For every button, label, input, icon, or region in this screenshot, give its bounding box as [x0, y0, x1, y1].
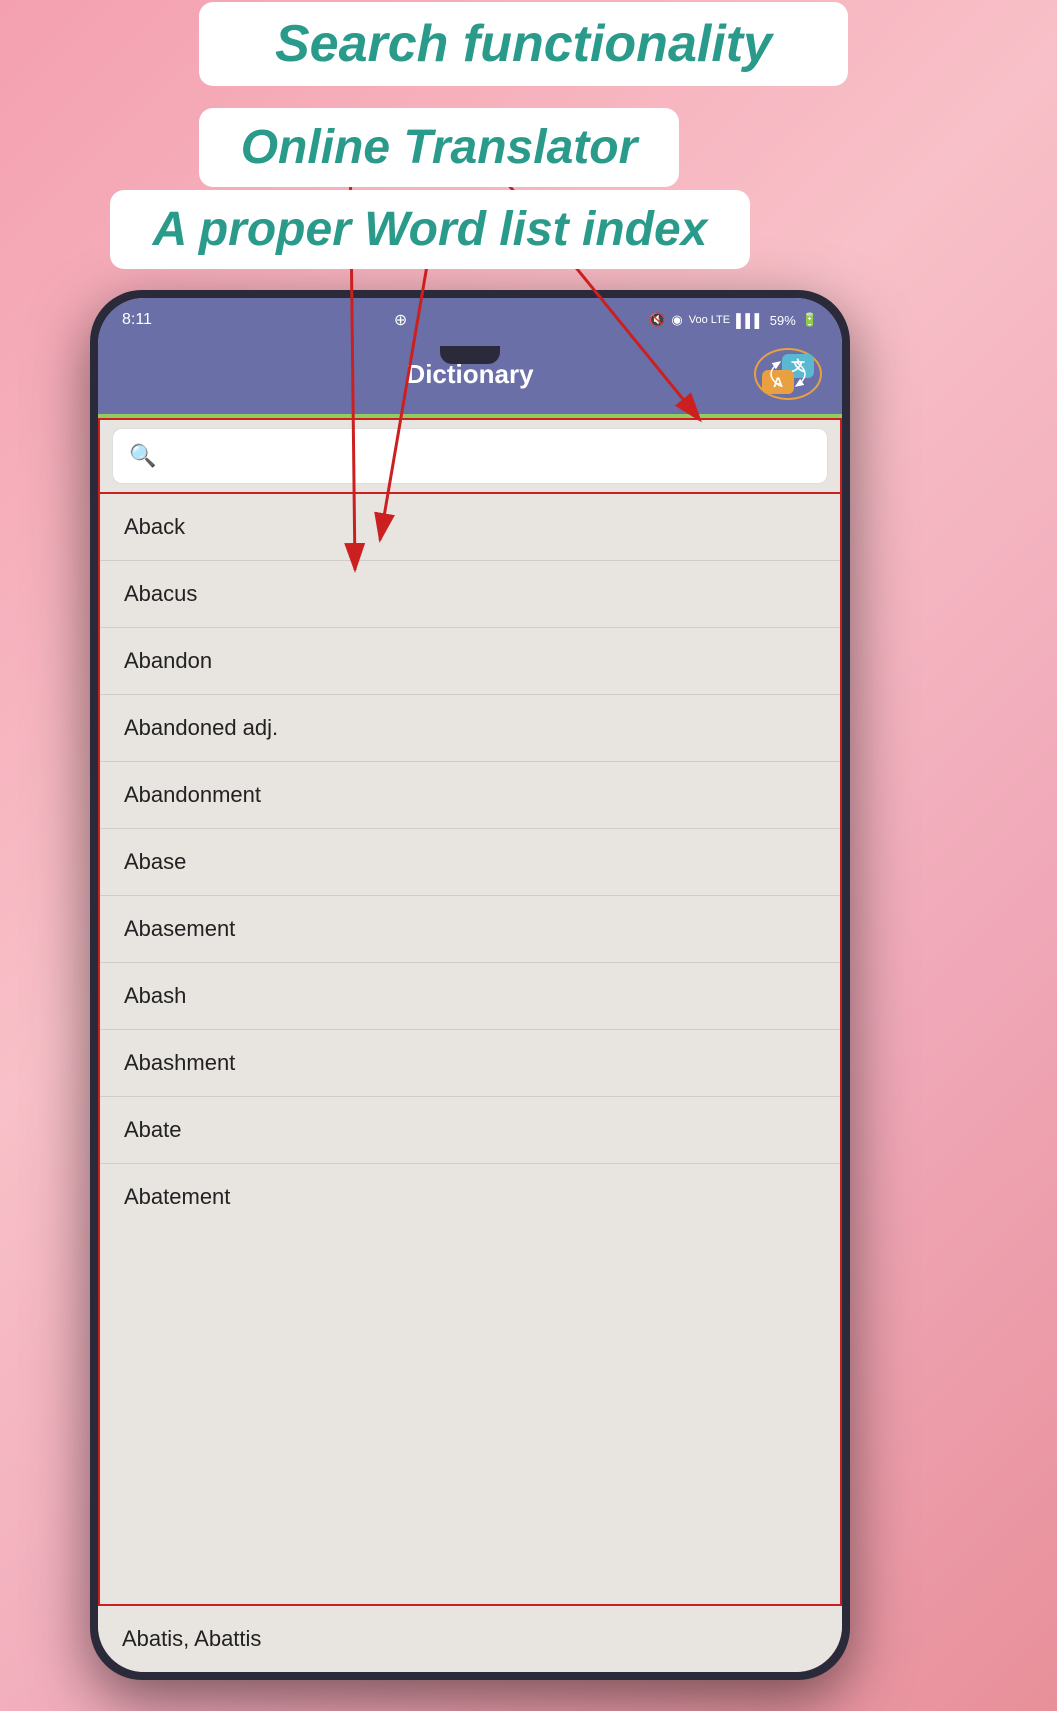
- network-label: Voo LTE: [689, 314, 730, 326]
- list-item[interactable]: Abacus: [100, 561, 840, 628]
- list-item[interactable]: Abashment: [100, 1030, 840, 1097]
- list-item[interactable]: Aback: [100, 494, 840, 561]
- list-item[interactable]: Abatement: [100, 1164, 840, 1230]
- word-list[interactable]: Aback Abacus Abandon Abandoned adj. Aban…: [98, 494, 842, 1606]
- search-icon: 🔍: [129, 443, 156, 469]
- search-container: 🔍: [98, 418, 842, 494]
- status-time: 8:11: [122, 311, 152, 329]
- phone-mockup: 8:11 ⊕ 🔇 ◉ Voo LTE ▌▌▌ 59% 🔋 Dictionary …: [90, 290, 850, 1680]
- list-item[interactable]: Abandonment: [100, 762, 840, 829]
- mute-icon: 🔇: [649, 312, 665, 328]
- status-bar: 8:11 ⊕ 🔇 ◉ Voo LTE ▌▌▌ 59% 🔋: [98, 298, 842, 338]
- translate-arrows: [762, 354, 814, 394]
- status-icons: 🔇 ◉ Voo LTE ▌▌▌ 59% 🔋: [649, 312, 818, 328]
- list-item[interactable]: Abandoned adj.: [100, 695, 840, 762]
- list-item[interactable]: Abash: [100, 963, 840, 1030]
- wifi-icon: ◉: [671, 312, 682, 328]
- battery-level: 59%: [770, 313, 796, 328]
- list-item-partial[interactable]: Abatis, Abattis: [98, 1606, 842, 1672]
- translate-button[interactable]: 文 A: [754, 348, 822, 400]
- annotation-search: Search functionality: [199, 2, 848, 86]
- battery-icon: 🔋: [802, 312, 818, 328]
- translate-button-inner: 文 A: [762, 354, 814, 394]
- search-input[interactable]: 🔍: [112, 428, 828, 484]
- list-item[interactable]: Abase: [100, 829, 840, 896]
- list-item[interactable]: Abandon: [100, 628, 840, 695]
- list-item[interactable]: Abasement: [100, 896, 840, 963]
- annotation-wordlist: A proper Word list index: [110, 190, 750, 269]
- annotation-translator: Online Translator: [199, 108, 679, 187]
- phone-screen: 8:11 ⊕ 🔇 ◉ Voo LTE ▌▌▌ 59% 🔋 Dictionary …: [98, 298, 842, 1672]
- list-item[interactable]: Abate: [100, 1097, 840, 1164]
- phone-notch: [440, 346, 500, 364]
- whatsapp-icon: ⊕: [394, 310, 407, 330]
- signal-icon: ▌▌▌: [736, 313, 764, 328]
